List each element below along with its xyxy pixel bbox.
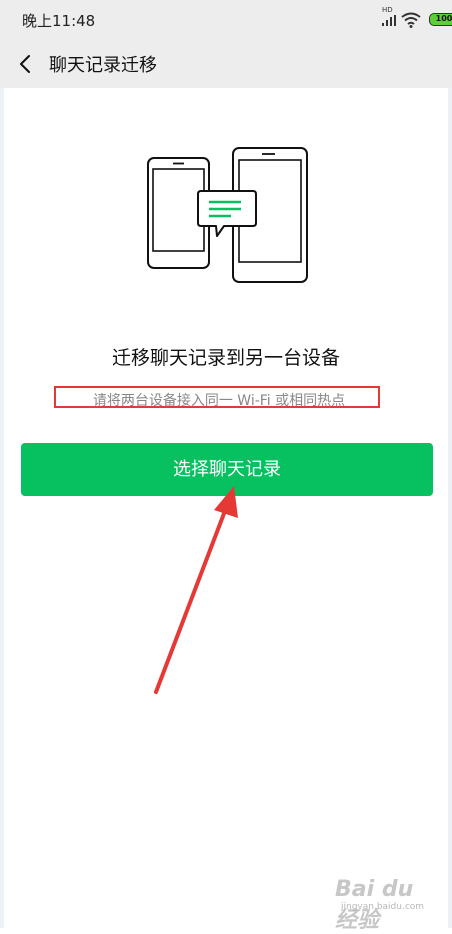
status-bar: 晚上11:48 HD 100	[0, 0, 452, 40]
battery-icon: 100	[429, 13, 452, 26]
phones-chat-transfer-icon	[147, 147, 308, 283]
hd-label: HD	[382, 6, 393, 14]
title-bar: 聊天记录迁移	[0, 40, 452, 88]
content-edge-left	[0, 88, 4, 928]
wifi-icon	[401, 12, 421, 28]
hint-highlight-box: 请将两台设备接入同一 Wi-Fi 或相同热点	[54, 386, 380, 409]
status-time: 晚上11:48	[22, 12, 96, 30]
select-chat-history-button[interactable]: 选择聊天记录	[21, 443, 433, 496]
main-heading: 迁移聊天记录到另一台设备	[111, 347, 340, 369]
hint-text: 请将两台设备接入同一 Wi-Fi 或相同热点	[92, 393, 346, 409]
watermark-site: jingyan.baidu.com	[341, 902, 425, 912]
page-title: 聊天记录迁移	[49, 55, 157, 76]
watermark-logo: Bai du 经验 jingyan.baidu.com	[335, 877, 439, 933]
signal-icon	[382, 15, 396, 26]
chevron-left-icon[interactable]	[14, 52, 38, 76]
content-edge-right	[448, 88, 452, 928]
